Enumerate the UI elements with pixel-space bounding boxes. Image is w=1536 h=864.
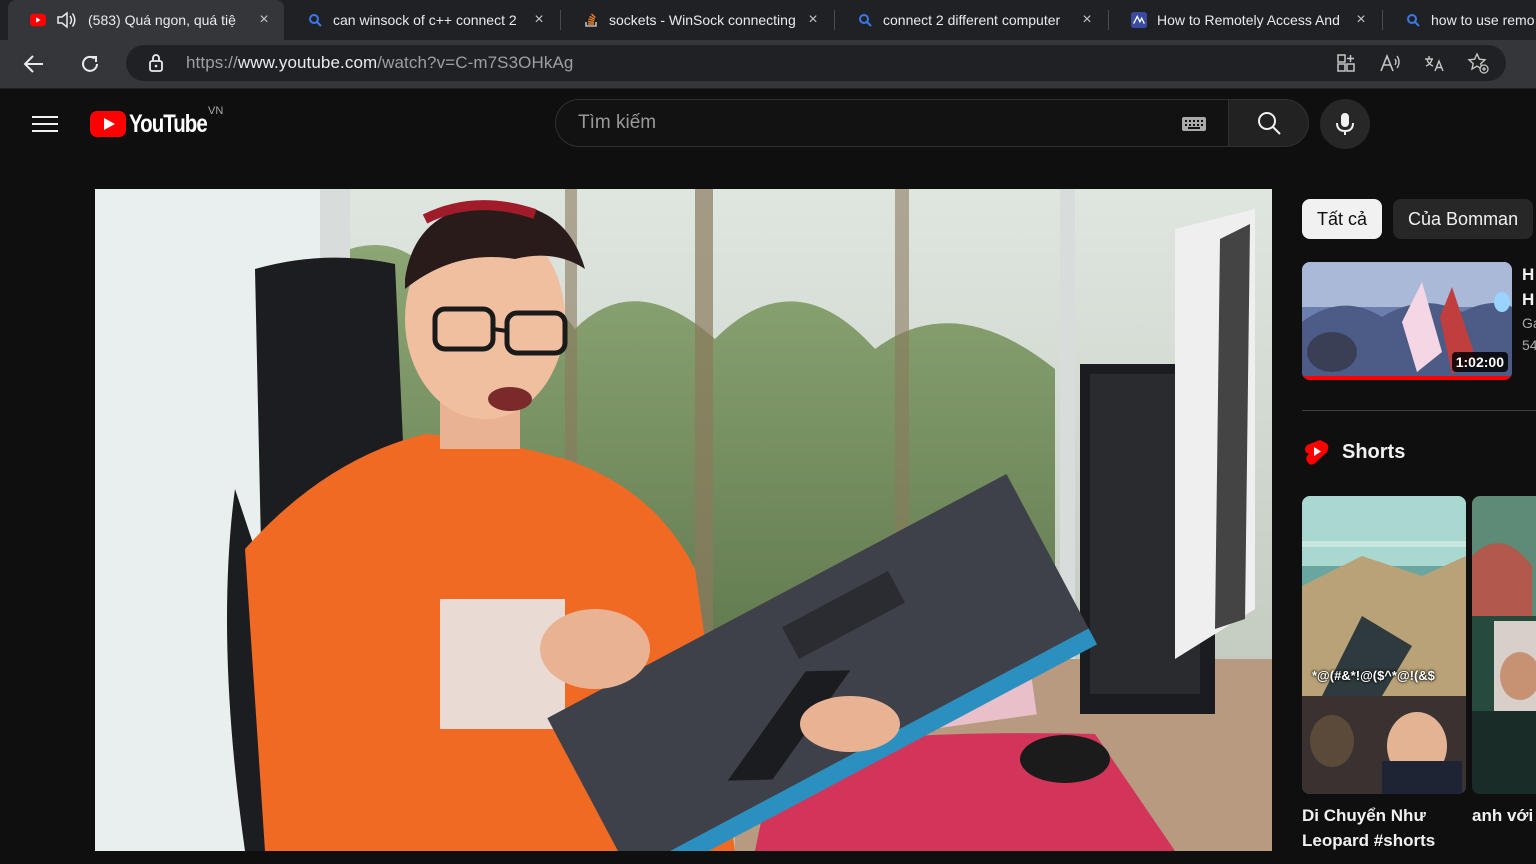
tab-title: sockets - WinSock connecting xyxy=(609,12,796,28)
short-card[interactable]: *@(#&*!@($^*@!(&$ Di Chuyển Như Leopard … xyxy=(1302,496,1466,853)
video-player[interactable] xyxy=(95,189,1272,851)
short-title: anh với Datmani xyxy=(1472,806,1536,825)
tab-close-button[interactable]: × xyxy=(256,11,272,29)
app-available-icon[interactable] xyxy=(1334,51,1358,75)
search-button[interactable] xyxy=(1229,99,1309,147)
favorites-star-icon[interactable] xyxy=(1466,51,1490,75)
recommended-video-thumbnail[interactable]: 1:02:00 xyxy=(1302,262,1512,380)
video-title-line1: H xyxy=(1522,265,1535,284)
short-thumbnail-image xyxy=(1302,496,1466,794)
tab-youtube[interactable]: (583) Quá ngon, quá tiệ × xyxy=(8,0,284,40)
tab-close-button[interactable]: × xyxy=(1079,11,1095,29)
shorts-label: Shorts xyxy=(1342,440,1406,463)
section-divider xyxy=(1302,410,1536,411)
short-overlay-text: *@(#&*!@($^*@!(&$ xyxy=(1312,668,1435,683)
read-aloud-icon[interactable] xyxy=(1378,51,1402,75)
chip-all[interactable]: Tất cả xyxy=(1302,199,1383,239)
country-code: VN xyxy=(208,105,224,117)
tab-search-connect[interactable]: connect 2 different computer × xyxy=(835,0,1107,40)
translate-icon[interactable] xyxy=(1422,51,1446,75)
keyboard-icon[interactable] xyxy=(1182,117,1206,131)
browser-toolbar: https://www.youtube.com/watch?v=C-m7S3OH… xyxy=(0,40,1536,89)
tab-title: can winsock of c++ connect 2 xyxy=(333,12,517,28)
youtube-logo[interactable]: YouTube xyxy=(90,109,224,139)
tab-search-remote[interactable]: how to use remo xyxy=(1383,0,1536,40)
tab-remote-access[interactable]: How to Remotely Access And × xyxy=(1109,0,1381,40)
chip-from-channel[interactable]: Của Bomman xyxy=(1393,199,1534,239)
search-box xyxy=(555,99,1229,147)
menu-line xyxy=(32,130,58,132)
menu-line xyxy=(32,116,58,118)
tab-close-button[interactable]: × xyxy=(1353,11,1369,29)
logo-text: YouTube xyxy=(129,109,208,138)
video-title-line2: H xyxy=(1522,290,1535,309)
recommended-video-meta[interactable]: H H Ga 54 xyxy=(1522,262,1536,356)
speaker-icon[interactable] xyxy=(56,11,78,29)
video-duration: 1:02:00 xyxy=(1451,352,1508,372)
address-bar[interactable]: https://www.youtube.com/watch?v=C-m7S3OH… xyxy=(126,45,1506,81)
tab-title: (583) Quá ngon, quá tiệ xyxy=(88,12,236,28)
shorts-icon xyxy=(1305,440,1329,465)
tab-close-button[interactable]: × xyxy=(531,11,547,29)
short-thumbnail[interactable]: *@(#&*!@($^*@!(&$ xyxy=(1302,496,1466,794)
shorts-header: Shorts xyxy=(1304,438,1405,466)
search-icon xyxy=(307,12,323,28)
short-thumbnail[interactable] xyxy=(1472,496,1536,794)
filter-chips: Tất cả Của Bomman xyxy=(1302,199,1534,239)
microphone-icon xyxy=(1336,113,1354,135)
tab-title: how to use remo xyxy=(1431,12,1535,28)
browser-tab-bar: (583) Quá ngon, quá tiệ × can winsock of… xyxy=(0,0,1536,40)
youtube-icon xyxy=(30,12,46,28)
search-input[interactable] xyxy=(576,111,1160,135)
youtube-play-icon xyxy=(90,111,126,137)
back-button[interactable] xyxy=(18,48,50,80)
short-title: Di Chuyển Như Leopard #shorts xyxy=(1302,806,1436,850)
menu-line xyxy=(32,123,58,125)
voice-search-button[interactable] xyxy=(1320,99,1370,149)
omnibox-actions xyxy=(1334,51,1490,75)
stackoverflow-icon xyxy=(583,12,599,28)
search-icon xyxy=(1405,12,1421,28)
tab-stackoverflow[interactable]: sockets - WinSock connecting × xyxy=(561,0,833,40)
tab-search-winsock[interactable]: can winsock of c++ connect 2 × xyxy=(285,0,559,40)
video-frame xyxy=(95,189,1272,851)
tab-title: How to Remotely Access And xyxy=(1157,12,1340,28)
url-text: https://www.youtube.com/watch?v=C-m7S3OH… xyxy=(186,53,574,72)
search-icon xyxy=(857,12,873,28)
short-card[interactable]: anh với Datmani xyxy=(1472,496,1536,828)
reload-icon xyxy=(82,55,98,72)
search-icon xyxy=(1257,112,1281,135)
reload-button[interactable] xyxy=(74,48,106,80)
youtube-masthead: YouTube VN xyxy=(0,89,1536,159)
arrow-left-icon xyxy=(23,55,43,73)
tab-close-button[interactable]: × xyxy=(805,11,821,29)
lock-icon[interactable] xyxy=(148,53,164,78)
channel-name: Ga xyxy=(1522,315,1536,331)
hamburger-menu-button[interactable] xyxy=(30,111,60,137)
site-icon xyxy=(1131,12,1147,28)
short-thumbnail-image xyxy=(1472,496,1536,794)
view-count: 54 xyxy=(1522,337,1536,353)
tab-title: connect 2 different computer xyxy=(883,12,1061,28)
watched-progress-bar xyxy=(1302,376,1512,380)
